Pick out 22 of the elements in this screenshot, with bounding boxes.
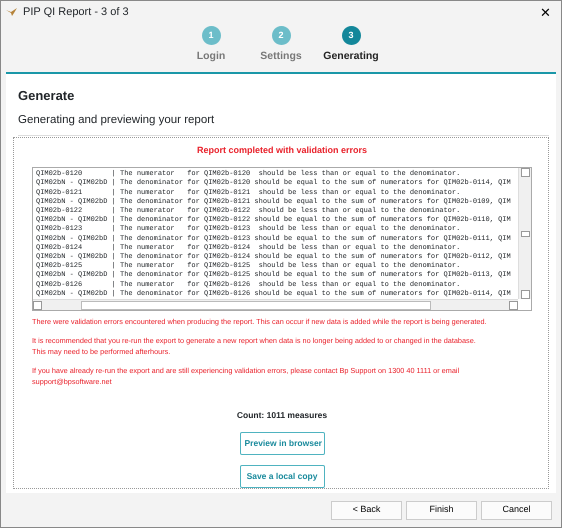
step-label: Generating (323, 49, 379, 64)
step-label: Settings (260, 49, 302, 64)
vertical-scrollbar[interactable] (518, 168, 531, 300)
horizontal-scrollbar[interactable] (33, 299, 518, 310)
status-message: Report completed with validation errors (196, 144, 368, 157)
page-title: Generate (18, 87, 76, 105)
step-number: 1 (202, 26, 220, 45)
footer-button[interactable]: < Back (331, 500, 402, 520)
page-subtitle: Generating and previewing your report (18, 112, 549, 136)
measure-count: Count: 1011 measures (236, 409, 328, 422)
scroll-thumb[interactable] (520, 230, 530, 237)
step-number: 3 (342, 26, 360, 45)
footer-button[interactable]: Finish (406, 500, 477, 520)
action-button[interactable]: Save a local copy (240, 464, 324, 488)
bird-logo-icon (5, 7, 19, 17)
close-button[interactable]: ✕ (534, 6, 557, 18)
scroll-thumb[interactable] (81, 300, 431, 310)
step-label: Login (196, 49, 226, 64)
step-number: 2 (272, 26, 290, 45)
action-button[interactable]: Preview in browser (240, 432, 324, 455)
window-title: PIP QI Report - 3 of 3 (23, 4, 130, 20)
footer-button[interactable]: Cancel (481, 500, 552, 520)
